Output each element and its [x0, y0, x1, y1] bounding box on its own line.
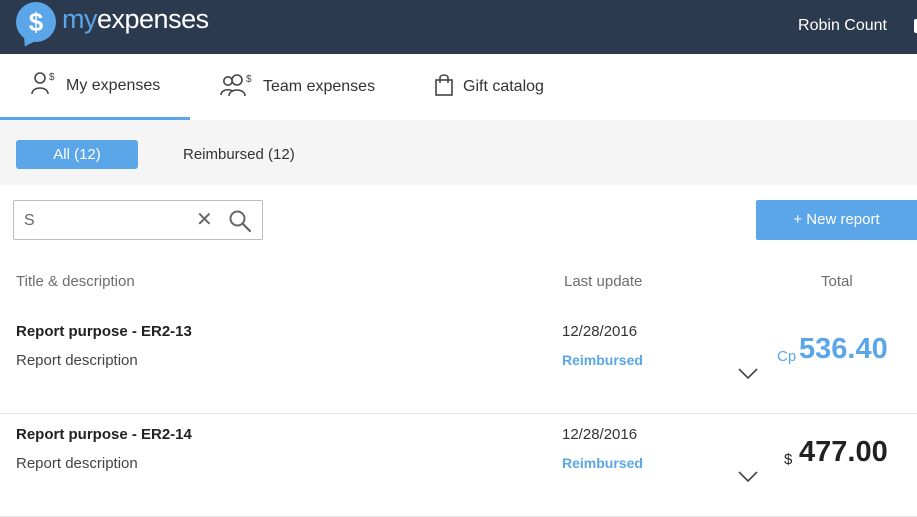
search-input[interactable]: [24, 209, 194, 233]
report-status: Reimbursed: [562, 352, 643, 368]
top-bar: $ myexpenses Robin Count: [0, 0, 917, 54]
report-amount: 536.40: [799, 333, 888, 365]
user-menu[interactable]: Robin Count: [798, 17, 887, 35]
report-status: Reimbursed: [562, 455, 643, 471]
report-amount: 477.00: [799, 436, 888, 468]
new-report-button[interactable]: + New report: [756, 200, 917, 240]
report-currency: Cp: [777, 348, 797, 365]
tab-gift-catalog[interactable]: Gift catalog: [434, 54, 544, 120]
tab-team-expenses-label: Team expenses: [263, 78, 376, 95]
report-description: Report description: [16, 352, 138, 369]
report-description: Report description: [16, 455, 138, 472]
svg-text:$: $: [246, 74, 252, 85]
column-header-total: Total: [821, 273, 853, 290]
tab-gift-catalog-label: Gift catalog: [463, 78, 544, 95]
app-logo[interactable]: myexpenses: [62, 4, 209, 35]
logo-my-text: my: [62, 4, 98, 34]
team-dollar-icon: $: [220, 73, 254, 102]
filter-reimbursed-button[interactable]: Reimbursed (12): [183, 140, 295, 169]
report-row[interactable]: Report purpose - ER2-14 Report descripti…: [0, 414, 917, 517]
main-tabs: $ My expenses $ Team expenses Gift catal…: [0, 54, 917, 120]
report-title: Report purpose - ER2-13: [16, 323, 192, 340]
user-dollar-icon: $: [30, 71, 57, 100]
filter-bar: All (12) Reimbursed (12): [0, 120, 917, 185]
tab-my-expenses-label: My expenses: [66, 76, 161, 94]
chevron-down-icon[interactable]: [738, 367, 758, 385]
logo-expenses-text: expenses: [97, 4, 209, 34]
tab-my-expenses[interactable]: $ My expenses: [0, 54, 190, 120]
clear-search-icon[interactable]: ✕: [196, 210, 213, 230]
logo-dollar-icon[interactable]: $: [16, 2, 56, 42]
report-date: 12/28/2016: [562, 323, 638, 340]
search-icon[interactable]: [228, 209, 252, 238]
report-title: Report purpose - ER2-14: [16, 426, 192, 443]
tab-team-expenses[interactable]: $ Team expenses: [220, 54, 375, 120]
svg-text:$: $: [49, 72, 55, 83]
shopping-bag-icon: [434, 73, 454, 102]
report-currency: $: [784, 451, 793, 468]
filter-all-button[interactable]: All (12): [16, 140, 138, 169]
column-header-last-update: Last update: [564, 273, 643, 290]
report-date: 12/28/2016: [562, 426, 638, 443]
column-header-title: Title & description: [16, 273, 135, 290]
chevron-down-icon[interactable]: [738, 470, 758, 488]
search-box: ✕: [13, 200, 263, 240]
report-row[interactable]: Report purpose - ER2-13 Report descripti…: [0, 311, 917, 414]
